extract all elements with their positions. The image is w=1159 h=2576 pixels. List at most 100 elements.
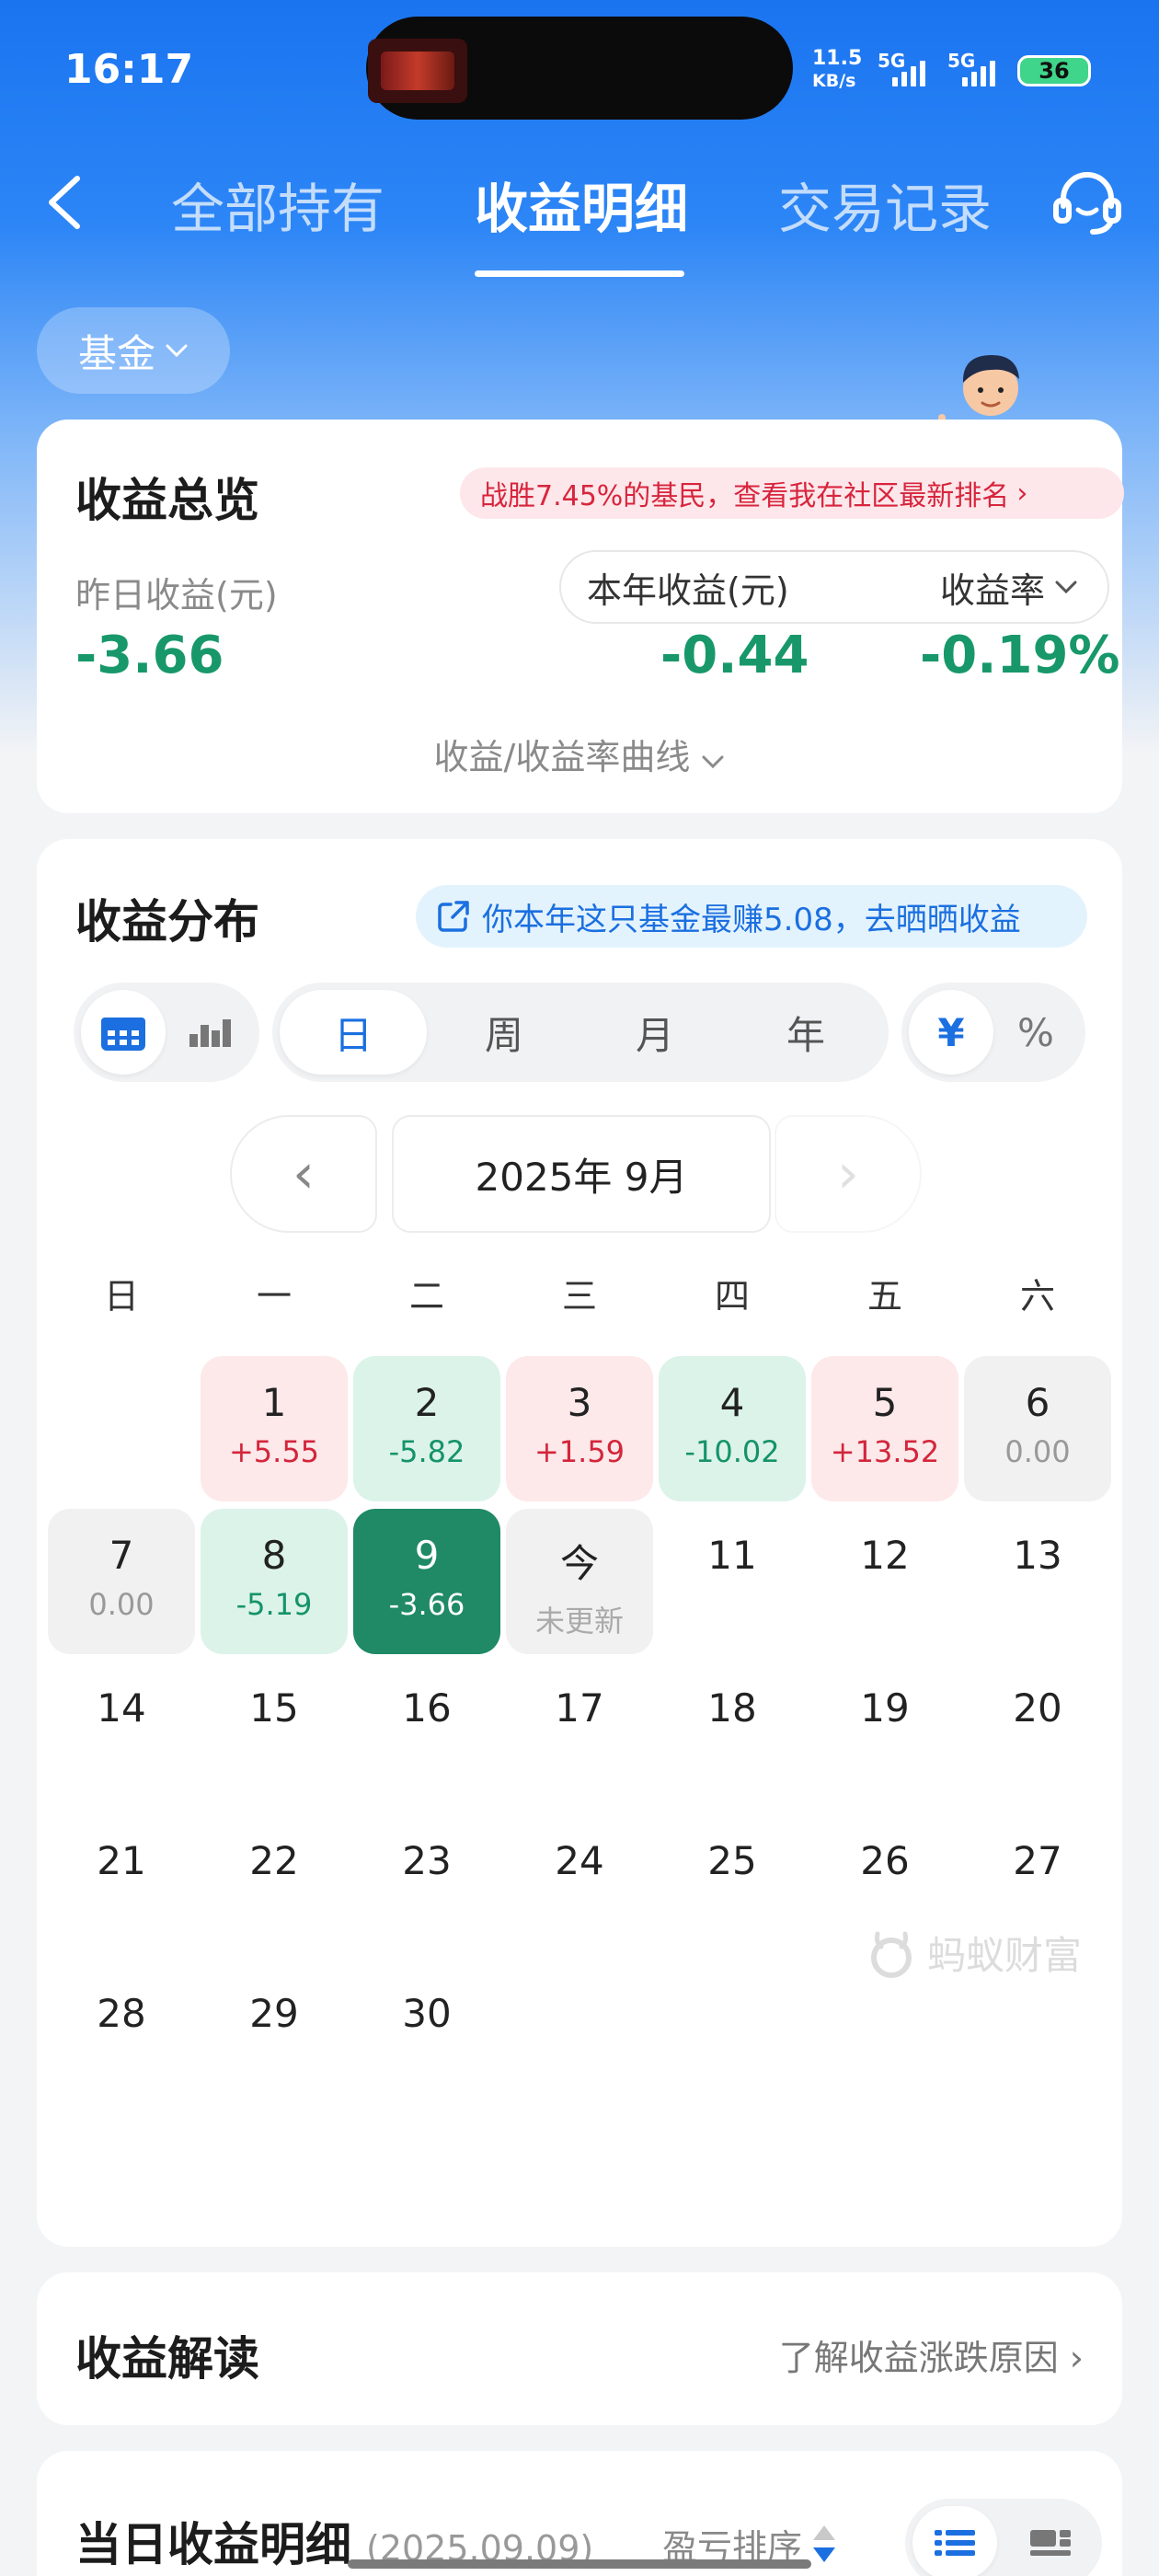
unit-amount-button[interactable]: ¥: [909, 990, 993, 1075]
weekday-label: 一: [256, 1276, 292, 1317]
card-icon: [1030, 2530, 1071, 2556]
calendar-day[interactable]: 4 -10.02: [659, 1356, 806, 1501]
next-month-button[interactable]: ›: [775, 1115, 922, 1233]
card-view-button[interactable]: [1008, 2506, 1093, 2576]
media-thumbnail[interactable]: [368, 39, 467, 103]
overview-title: 收益总览: [75, 474, 259, 527]
customer-service-icon[interactable]: [1050, 166, 1124, 239]
weekday-label: 五: [866, 1276, 902, 1317]
active-tab-indicator: [475, 270, 684, 277]
earnings-distribution-card: 收益分布 你本年这只基金最赚5.08，去晒晒收益 日 周 月 年 ¥ % ‹ 2…: [37, 839, 1122, 2247]
yesterday-earnings-value: -3.66: [75, 626, 224, 685]
calendar-day[interactable]: 16: [353, 1662, 500, 1807]
calendar-day[interactable]: 22: [201, 1814, 348, 1960]
fund-filter-dropdown[interactable]: 基金: [37, 307, 230, 394]
calendar-day[interactable]: 30: [353, 1967, 500, 2112]
unit-percent-button[interactable]: %: [993, 990, 1078, 1075]
calendar-day[interactable]: 25: [659, 1814, 806, 1960]
period-week-button[interactable]: 周: [430, 990, 578, 1075]
rate-dropdown[interactable]: 收益率: [940, 562, 1078, 613]
battery-icon: 36: [1017, 55, 1091, 86]
calendar-day-number: 13: [1013, 1533, 1062, 1578]
network-speed: 11.5 KB/s: [812, 48, 862, 92]
earnings-type-switch[interactable]: 本年收益(元) 收益率: [559, 550, 1109, 624]
calendar-day[interactable]: 9 -3.66: [353, 1509, 500, 1654]
calendar-day-number: 17: [555, 1685, 604, 1731]
calendar-day-number: 27: [1013, 1838, 1062, 1883]
calendar-day-number: 22: [249, 1838, 299, 1883]
calendar-day[interactable]: 28: [48, 1967, 195, 2112]
prev-month-button[interactable]: ‹: [230, 1115, 377, 1233]
back-icon[interactable]: [44, 175, 85, 230]
bar-chart-view-button[interactable]: [167, 990, 252, 1075]
calendar-day[interactable]: 14: [48, 1662, 195, 1807]
detail-view-switch: [905, 2499, 1102, 2576]
network-speed-unit: KB/s: [812, 71, 856, 91]
calendar-day-number: 11: [707, 1533, 757, 1578]
calendar-day[interactable]: 7 0.00: [48, 1509, 195, 1654]
bar-chart-icon: [189, 1019, 231, 1047]
sort-icon: [813, 2524, 836, 2562]
calendar-day[interactable]: 18: [659, 1662, 806, 1807]
earnings-overview-card: 收益总览 战胜7.45%的基民，查看我在社区最新排名 › 昨日收益(元) 本年收…: [37, 420, 1124, 813]
interpretation-link[interactable]: 了解收益涨跌原因 ›: [779, 2329, 1084, 2380]
calendar-day-number: 25: [707, 1838, 757, 1883]
earnings-curve-toggle[interactable]: 收益/收益率曲线: [37, 729, 1122, 779]
calendar-icon: [101, 1018, 145, 1051]
tab-earnings-detail[interactable]: 收益明细: [475, 166, 688, 243]
chevron-down-icon: [702, 755, 724, 769]
period-day-button[interactable]: 日: [280, 990, 427, 1075]
weekday-label: 二: [408, 1276, 444, 1317]
calendar-day[interactable]: 24: [506, 1814, 653, 1960]
calendar-day-earnings: 0.00: [1004, 1434, 1071, 1469]
calendar-day-earnings: -5.19: [235, 1587, 313, 1622]
period-switch: 日 周 月 年: [272, 983, 889, 1082]
chevron-down-icon: [166, 344, 188, 358]
calendar-day[interactable]: 29: [201, 1967, 348, 2112]
calendar-day[interactable]: 5 +13.52: [811, 1356, 958, 1501]
tab-all-holdings[interactable]: 全部持有: [171, 166, 384, 243]
calendar-day-number: 4: [719, 1380, 745, 1425]
brand-watermark-text: 蚂蚁财富: [927, 1933, 1083, 1978]
network-speed-value: 11.5: [812, 47, 863, 70]
calendar-view-button[interactable]: [81, 990, 166, 1075]
share-earnings-banner[interactable]: 你本年这只基金最赚5.08，去晒晒收益: [416, 885, 1087, 948]
calendar-day[interactable]: 1 +5.55: [201, 1356, 348, 1501]
calendar-day[interactable]: 今未更新: [506, 1509, 653, 1654]
calendar-day-number: 30: [402, 1991, 452, 2036]
calendar-day[interactable]: 17: [506, 1662, 653, 1807]
yesterday-earnings-label: 昨日收益(元): [75, 575, 278, 615]
calendar-day[interactable]: 8 -5.19: [201, 1509, 348, 1654]
calendar-day[interactable]: 11: [659, 1509, 806, 1654]
weekday-label: 六: [1019, 1276, 1055, 1317]
earnings-interpretation-card[interactable]: 收益解读 了解收益涨跌原因 ›: [37, 2272, 1122, 2425]
interpretation-title: 收益解读: [75, 2332, 259, 2386]
chevron-right-icon: ›: [1016, 477, 1028, 510]
calendar-day[interactable]: 19: [811, 1662, 958, 1807]
calendar-day-number: 21: [97, 1838, 146, 1883]
calendar-day[interactable]: 12: [811, 1509, 958, 1654]
ant-fortune-logo-icon: [871, 1931, 912, 1978]
signal-icon: [962, 61, 995, 86]
calendar-day[interactable]: 21: [48, 1814, 195, 1960]
calendar-day[interactable]: 13: [964, 1509, 1111, 1654]
home-indicator[interactable]: [348, 2559, 811, 2569]
period-year-button[interactable]: 年: [732, 990, 879, 1075]
earnings-curve-label: 收益/收益率曲线: [433, 737, 691, 777]
weekday-label: 三: [561, 1276, 597, 1317]
calendar-day[interactable]: 15: [201, 1662, 348, 1807]
calendar-day[interactable]: 3 +1.59: [506, 1356, 653, 1501]
list-view-button[interactable]: [912, 2506, 997, 2576]
calendar-day[interactable]: 2 -5.82: [353, 1356, 500, 1501]
period-month-button[interactable]: 月: [581, 990, 729, 1075]
community-rank-banner[interactable]: 战胜7.45%的基民，查看我在社区最新排名 ›: [460, 467, 1124, 519]
tab-transactions[interactable]: 交易记录: [778, 166, 992, 243]
calendar-day-number: 9: [414, 1533, 440, 1578]
external-link-icon: [438, 901, 469, 932]
calendar-day[interactable]: 20: [964, 1662, 1111, 1807]
calendar-day[interactable]: 23: [353, 1814, 500, 1960]
calendar-day-earnings: -3.66: [388, 1587, 465, 1622]
calendar-day[interactable]: 6 0.00: [964, 1356, 1111, 1501]
month-label[interactable]: 2025年 9月: [392, 1115, 771, 1233]
calendar-day-number: 8: [261, 1533, 287, 1578]
